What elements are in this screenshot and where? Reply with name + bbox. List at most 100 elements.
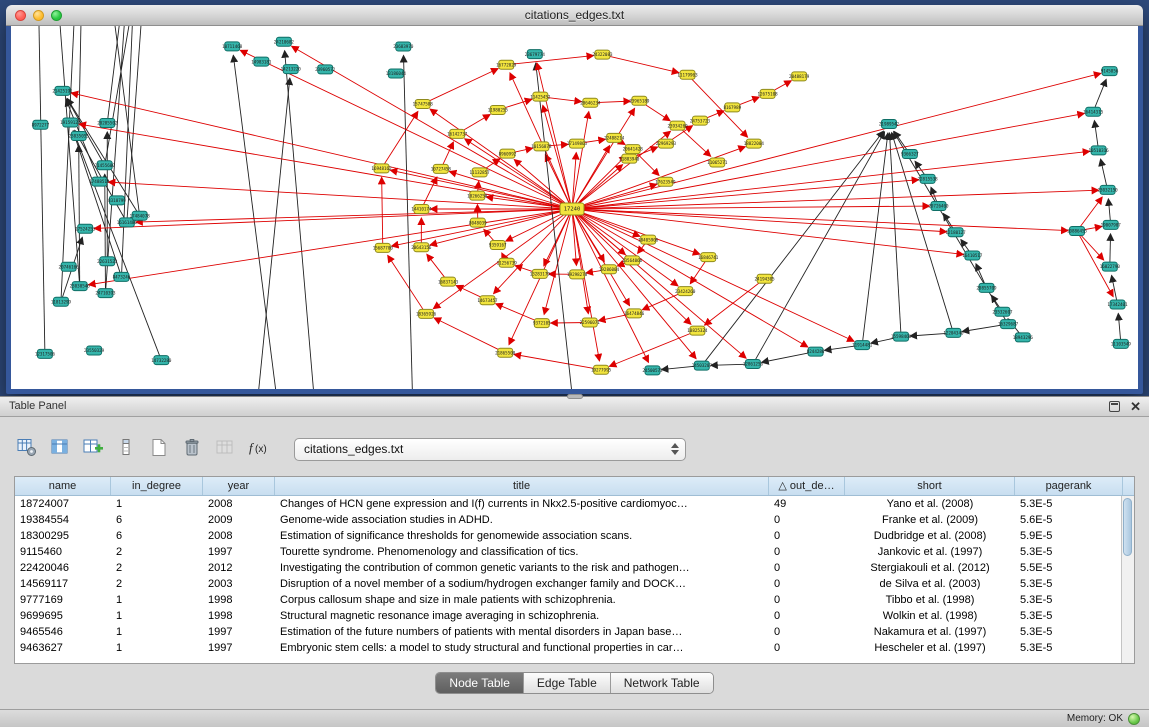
graph-node[interactable]: 10886455 xyxy=(1067,227,1088,236)
column-header-year[interactable]: year xyxy=(203,477,275,495)
graph-node[interactable]: 22596071 xyxy=(580,318,601,327)
graph-node[interactable]: 24500573 xyxy=(642,366,663,375)
graph-node[interactable]: 8244286 xyxy=(807,347,825,356)
graph-node[interactable]: 20285502 xyxy=(97,118,118,127)
graph-node[interactable]: 12204340 xyxy=(943,328,964,337)
graph-node[interactable]: 14983181 xyxy=(251,57,272,66)
graph-node[interactable]: 23532607 xyxy=(992,307,1013,316)
tab-node-table[interactable]: Node Table xyxy=(436,673,524,693)
delete-column-button[interactable] xyxy=(113,437,139,462)
graph-node[interactable]: 12317506 xyxy=(35,349,56,358)
graph-node[interactable]: 17240 xyxy=(560,203,584,215)
column-header-in_degree[interactable]: in_degree xyxy=(111,477,203,495)
graph-node[interactable]: 12675108 xyxy=(757,89,778,98)
graph-node[interactable]: 17488519 xyxy=(89,177,110,186)
graph-node[interactable]: 10825324 xyxy=(687,326,708,335)
graph-node[interactable]: 16410517 xyxy=(962,251,983,260)
graph-node[interactable]: 10510316 xyxy=(1088,146,1109,155)
column-header-title[interactable]: title xyxy=(275,477,769,495)
graph-node[interactable]: 18365926 xyxy=(416,309,437,318)
graph-node[interactable]: 23679774 xyxy=(525,50,546,59)
table-row[interactable]: 1830029562008Estimation of significance … xyxy=(15,528,1121,544)
table-row[interactable]: 1938455462009Genome-wide association stu… xyxy=(15,512,1121,528)
new-row-button[interactable] xyxy=(146,437,172,462)
graph-node[interactable]: 16837143 xyxy=(438,277,459,286)
graph-node[interactable]: 10711468 xyxy=(222,42,243,51)
graph-node[interactable]: 11065271 xyxy=(707,158,728,167)
delete-table-button[interactable] xyxy=(179,437,205,462)
graph-node[interactable]: 24503207 xyxy=(692,361,713,370)
table-row[interactable]: 946362711997Embryonic stem cells: a mode… xyxy=(15,640,1121,656)
create-column-button[interactable] xyxy=(80,437,106,462)
graph-node[interactable]: 21989542 xyxy=(879,120,900,129)
graph-node[interactable]: 16022790 xyxy=(1100,262,1121,271)
import-table-button[interactable] xyxy=(212,437,238,462)
graph-node[interactable]: 8310799 xyxy=(108,196,126,205)
table-row[interactable]: 969969511998Structural magnetic resonanc… xyxy=(15,608,1121,624)
graph-node[interactable]: 16329687 xyxy=(998,320,1019,329)
graph-node[interactable]: 24710393 xyxy=(95,289,116,298)
graph-node[interactable]: 12180127 xyxy=(946,228,967,237)
zoom-window-button[interactable] xyxy=(51,10,62,21)
graph-node[interactable]: 10156878 xyxy=(531,142,552,151)
graph-node[interactable]: 16948162 xyxy=(371,164,392,173)
graph-node[interactable]: 23424260 xyxy=(675,287,696,296)
tab-edge-table[interactable]: Edge Table xyxy=(524,673,611,693)
table-vertical-scrollbar[interactable] xyxy=(1121,496,1134,663)
graph-node[interactable]: 11980255 xyxy=(488,105,509,114)
show-columns-button[interactable] xyxy=(47,437,73,462)
graph-node[interactable]: 24210682 xyxy=(274,37,295,46)
graph-node[interactable]: 9372105 xyxy=(533,319,551,328)
minimize-window-button[interactable] xyxy=(33,10,44,21)
table-row[interactable]: 977716911998Corpus callosum shape and si… xyxy=(15,592,1121,608)
memory-status-indicator[interactable] xyxy=(1128,713,1140,725)
column-header-short[interactable]: short xyxy=(845,477,1015,495)
graph-node[interactable]: 19007907 xyxy=(1101,220,1122,229)
graph-node[interactable]: 8972277 xyxy=(32,120,50,129)
graph-node[interactable]: 19159121 xyxy=(60,118,81,127)
graph-node[interactable]: 19298278 xyxy=(567,270,588,279)
table-row[interactable]: 911546021997Tourette syndrome. Phenomeno… xyxy=(15,544,1121,560)
graph-node[interactable]: 9145856 xyxy=(1101,67,1119,76)
graph-node[interactable]: 21425191 xyxy=(52,86,73,95)
table-mode-button[interactable] xyxy=(14,437,40,462)
graph-node[interactable]: 23934260 xyxy=(667,121,688,130)
graph-node[interactable]: 22969293 xyxy=(656,139,677,148)
graph-node[interactable]: 16772829 xyxy=(496,60,517,69)
float-panel-button[interactable] xyxy=(1109,401,1120,412)
graph-node[interactable]: 15747588 xyxy=(413,99,434,108)
close-panel-button[interactable]: ✕ xyxy=(1130,400,1141,413)
graph-node[interactable]: 20643156 xyxy=(411,243,432,252)
graph-node[interactable]: 19286004 xyxy=(599,265,620,274)
column-header-pagerank[interactable]: pagerank xyxy=(1015,477,1123,495)
graph-node[interactable]: 11914481 xyxy=(852,341,873,350)
graph-node[interactable]: 18943296 xyxy=(1013,333,1034,342)
graph-node[interactable]: 11813299 xyxy=(51,297,72,306)
table-row[interactable]: 2242004622012Investigating the contribut… xyxy=(15,560,1121,576)
table-row[interactable]: 946554611997Estimation of the future num… xyxy=(15,624,1121,640)
graph-node[interactable]: 24322083 xyxy=(592,50,613,59)
graph-node[interactable]: 14732280 xyxy=(151,356,172,365)
graph-node[interactable]: 17524253 xyxy=(75,224,96,233)
function-builder-button[interactable]: f(x) xyxy=(245,437,271,462)
graph-node[interactable]: 15687700 xyxy=(373,243,394,252)
graph-node[interactable]: 11103549 xyxy=(1111,339,1132,348)
graph-node[interactable]: 16414315 xyxy=(1083,107,1104,116)
graph-node[interactable]: 12861258 xyxy=(743,360,764,369)
graph-node[interactable]: 22815538 xyxy=(918,174,939,183)
graph-node[interactable]: 8167989 xyxy=(723,103,741,112)
table-row[interactable]: 1456911722003Disruption of a novel membe… xyxy=(15,576,1121,592)
graph-node[interactable]: 20641428 xyxy=(623,145,644,154)
graph-node[interactable]: 8048039 xyxy=(469,218,487,227)
graph-node[interactable]: 11179963 xyxy=(677,70,698,79)
graph-node[interactable]: 10727458 xyxy=(431,164,452,173)
graph-node[interactable]: 23550329 xyxy=(84,346,105,355)
graph-node[interactable]: 9366327 xyxy=(901,149,919,158)
graph-node[interactable]: 11425452 xyxy=(530,92,551,101)
graph-node[interactable]: 8960992 xyxy=(499,149,517,158)
graph-node[interactable]: 20488179 xyxy=(789,72,810,81)
graph-node[interactable]: 11132857 xyxy=(470,168,491,177)
graph-node[interactable]: 14213220 xyxy=(281,65,302,74)
graph-node[interactable]: 17623549 xyxy=(655,177,676,186)
scrollbar-thumb[interactable] xyxy=(1123,498,1132,556)
